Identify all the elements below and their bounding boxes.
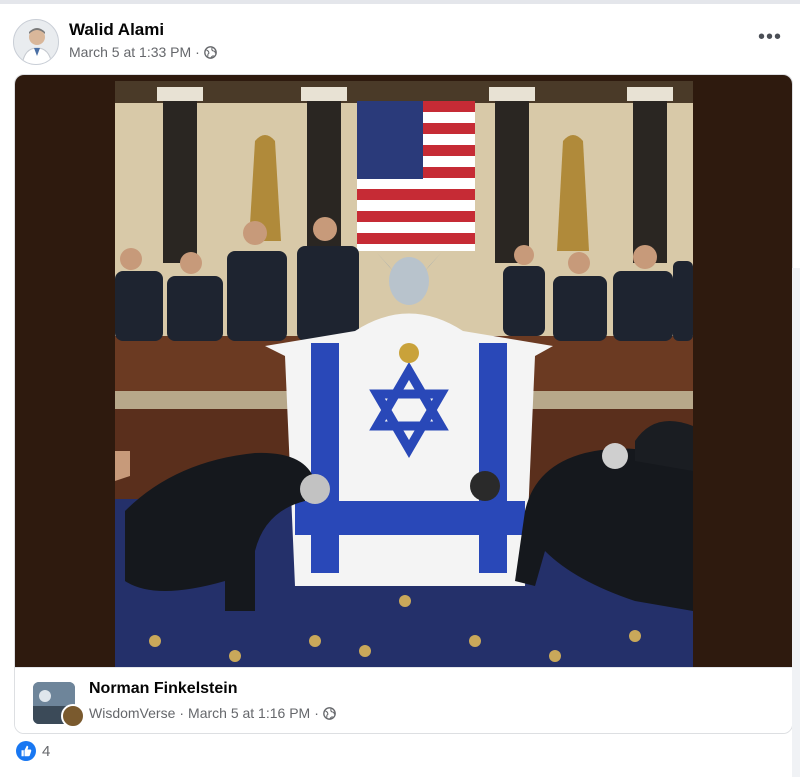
globe-icon	[204, 45, 217, 59]
shared-post-card[interactable]: Norman Finkelstein WisdomVerse · March 5…	[14, 74, 793, 734]
person-avatar-icon	[14, 20, 58, 64]
shared-image[interactable]	[15, 75, 792, 667]
shared-source[interactable]: Norman Finkelstein WisdomVerse · March 5…	[15, 667, 792, 733]
source-name[interactable]: Norman Finkelstein	[89, 680, 237, 698]
globe-icon	[323, 706, 336, 720]
source-timestamp[interactable]: March 5 at 1:16 PM	[188, 705, 310, 721]
scrollbar[interactable]	[792, 268, 800, 777]
more-options-button[interactable]: •••	[758, 26, 782, 49]
author-name[interactable]: Walid Alami	[69, 20, 164, 40]
post-header: Walid Alami March 5 at 1:33 PM · •••	[0, 4, 800, 74]
meta-separator: ·	[314, 705, 319, 721]
source-badge-icon	[61, 704, 85, 728]
like-icon	[16, 741, 36, 761]
meta-separator: ·	[195, 44, 200, 60]
meta-separator: ·	[179, 705, 185, 721]
post-meta: March 5 at 1:33 PM ·	[69, 44, 217, 60]
reaction-summary[interactable]: 4	[16, 741, 50, 761]
author-avatar[interactable]	[13, 19, 59, 65]
post-timestamp[interactable]: March 5 at 1:33 PM	[69, 44, 191, 60]
image-illustration	[115, 81, 693, 667]
source-page[interactable]: WisdomVerse	[89, 705, 175, 721]
source-meta: WisdomVerse · March 5 at 1:16 PM ·	[89, 705, 336, 721]
reaction-count: 4	[42, 742, 51, 760]
